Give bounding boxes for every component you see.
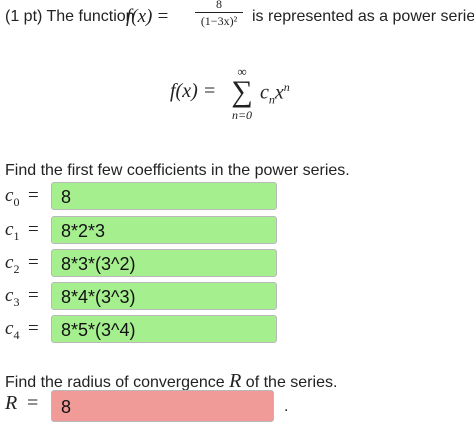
summation: ∞ ∑ n=0	[226, 65, 258, 122]
radius-prompt-symbol: R	[229, 370, 242, 392]
series-coef: c	[260, 81, 269, 104]
answer-field-c2[interactable]: 8*3*(3^2)	[51, 249, 277, 277]
radius-prompt-before: Find the radius of convergence	[5, 374, 230, 391]
equals-sign: =	[28, 185, 39, 206]
function-equals: =	[157, 6, 169, 27]
series-lhs: f(x) =	[170, 80, 217, 102]
answer-field-c3[interactable]: 8*4*(3^3)	[51, 282, 277, 310]
summation-sign: ∑	[231, 75, 253, 108]
answer-field-radius[interactable]: 8	[51, 390, 274, 422]
coefficient-label: c3	[5, 285, 19, 310]
series-term: cnxn	[260, 80, 290, 108]
coefficient-label: c4	[5, 318, 19, 343]
function-name: f(x)	[126, 6, 153, 27]
equals-sign: =	[28, 285, 39, 306]
coefficient-index: 2	[13, 261, 20, 276]
fraction-bar	[195, 12, 243, 13]
problem-prefix: (1 pt) The function	[5, 8, 135, 25]
coefficient-row-c0: c0 = 8	[5, 182, 285, 212]
coefficient-row-c2: c2 = 8*3*(3^2)	[5, 249, 285, 279]
radius-prompt-after: of the series.	[241, 374, 338, 391]
coefficient-label: c1	[5, 219, 19, 244]
coefficient-index: 1	[13, 228, 20, 243]
coefficient-row-c1: c1 = 8*2*3	[5, 216, 285, 246]
summation-lower-limit: n=0	[231, 108, 253, 122]
coefficient-index: 0	[13, 194, 20, 209]
equals-sign: =	[28, 252, 39, 273]
coefficient-label: c2	[5, 252, 19, 277]
coefficient-row-c3: c3 = 8*4*(3^3)	[5, 282, 285, 312]
radius-label: R	[5, 392, 18, 414]
series-var: x	[274, 81, 284, 104]
equals-sign: =	[27, 392, 39, 414]
sentence-period: .	[284, 398, 289, 415]
coefficient-index: 3	[13, 294, 20, 309]
power-series-formula: f(x) = ∞ ∑ n=0 cnxn	[170, 65, 320, 128]
series-var-exponent: n	[283, 80, 290, 94]
function-expression: f(x) =	[126, 6, 168, 28]
function-fraction: 8 (1−3x)²	[195, 0, 243, 28]
fraction-denominator: (1−3x)²	[200, 14, 238, 28]
answer-field-c1[interactable]: 8*2*3	[51, 216, 277, 244]
coefficients-prompt: Find the first few coefficients in the p…	[5, 162, 350, 179]
coefficient-index: 4	[13, 327, 20, 342]
equals-sign: =	[28, 318, 39, 339]
answer-field-c0[interactable]: 8	[51, 182, 277, 210]
coefficient-row-c4: c4 = 8*5*(3^4)	[5, 315, 285, 345]
answer-field-c4[interactable]: 8*5*(3^4)	[51, 315, 277, 343]
problem-statement: (1 pt) The function f(x) = 8 (1−3x)² is …	[5, 0, 474, 36]
radius-row: R = 8 .	[5, 390, 305, 422]
fraction-numerator: 8	[216, 0, 222, 11]
coefficient-label: c0	[5, 185, 19, 210]
problem-suffix: is represented as a power series:	[252, 8, 474, 25]
equals-sign: =	[28, 219, 39, 240]
